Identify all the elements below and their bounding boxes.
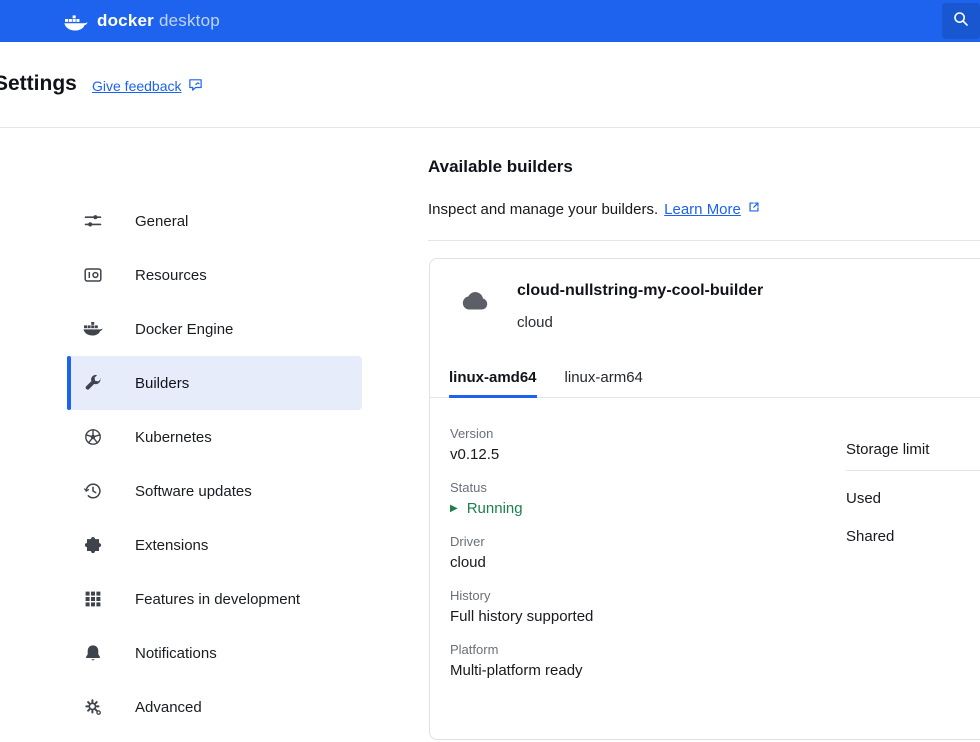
sidebar-item-advanced[interactable]: Advanced (67, 680, 362, 734)
app-brand: docker desktop (64, 11, 220, 31)
storage-row-shared: Shared (846, 527, 980, 547)
status-running-toggle[interactable]: ▶ Running (450, 498, 593, 520)
sidebar-item-label: General (135, 213, 188, 230)
app-title-docker: docker (97, 11, 154, 30)
sidebar-item-kubernetes[interactable]: Kubernetes (67, 410, 362, 464)
expand-triangle-icon: ▶ (450, 504, 458, 514)
resources-icon (83, 265, 103, 285)
sidebar-item-notifications[interactable]: Notifications (67, 626, 362, 680)
detail-value: Multi-platform ready (450, 660, 593, 682)
app-title-desktop: desktop (159, 11, 220, 30)
puzzle-icon (83, 535, 103, 555)
learn-more-link[interactable]: Learn More (664, 201, 741, 218)
detail-label: Status (450, 479, 593, 496)
feedback-bubble-icon (188, 77, 203, 95)
builder-driver-type: cloud (517, 314, 553, 331)
section-heading: Available builders (428, 157, 573, 177)
search-button[interactable] (942, 3, 980, 39)
docker-whale-logo-icon (64, 12, 88, 31)
section-divider (428, 240, 980, 241)
clock-arrow-icon (83, 481, 103, 501)
app-title: docker desktop (97, 11, 220, 31)
sidebar-item-label: Kubernetes (135, 429, 212, 446)
gear-icon (83, 697, 103, 717)
builder-details: Version v0.12.5 Status ▶ Running Driver … (450, 425, 593, 695)
detail-version: Version v0.12.5 (450, 425, 593, 466)
sidebar-item-software-updates[interactable]: Software updates (67, 464, 362, 518)
kubernetes-icon (83, 427, 103, 447)
sidebar-item-label: Software updates (135, 483, 252, 500)
sidebar-item-label: Notifications (135, 645, 217, 662)
detail-driver: Driver cloud (450, 533, 593, 574)
settings-sidebar: General Resources (67, 194, 362, 734)
storage-row-used: Used (846, 489, 980, 509)
detail-label: Platform (450, 641, 593, 658)
section-description: Inspect and manage your builders. Learn … (428, 200, 761, 218)
grid-icon (83, 589, 103, 609)
storage-limit-heading: Storage limit (846, 441, 980, 471)
description-text: Inspect and manage your builders. (428, 201, 658, 218)
sidebar-item-extensions[interactable]: Extensions (67, 518, 362, 572)
detail-label: History (450, 587, 593, 604)
sidebar-item-label: Docker Engine (135, 321, 233, 338)
docker-desktop-settings-screen: docker desktop Settings Give feedback (0, 0, 980, 742)
app-header: docker desktop (0, 0, 980, 42)
sidebar-item-features-in-development[interactable]: Features in development (67, 572, 362, 626)
detail-value: Full history supported (450, 606, 593, 628)
cloud-builder-icon (457, 289, 491, 318)
sidebar-item-builders[interactable]: Builders (67, 356, 362, 410)
detail-status: Status ▶ Running (450, 479, 593, 520)
sidebar-item-label: Advanced (135, 699, 202, 716)
builder-name: cloud-nullstring-my-cool-builder (517, 282, 763, 300)
header-divider (0, 127, 980, 128)
external-link-icon (747, 200, 761, 218)
detail-label: Driver (450, 533, 593, 550)
detail-label: Version (450, 425, 593, 442)
detail-platform: Platform Multi-platform ready (450, 641, 593, 682)
tab-linux-arm64[interactable]: linux-arm64 (565, 362, 643, 397)
status-value: Running (467, 498, 523, 520)
sliders-icon (83, 211, 103, 231)
sidebar-item-label: Extensions (135, 537, 208, 554)
detail-value: v0.12.5 (450, 444, 593, 466)
give-feedback-link[interactable]: Give feedback (92, 77, 203, 95)
sidebar-item-label: Features in development (135, 591, 300, 608)
wrench-icon (83, 373, 103, 393)
sidebar-item-docker-engine[interactable]: Docker Engine (67, 302, 362, 356)
detail-value: cloud (450, 552, 593, 574)
sidebar-item-resources[interactable]: Resources (67, 248, 362, 302)
platform-tabs: linux-amd64 linux-arm64 (430, 362, 980, 398)
sidebar-item-label: Resources (135, 267, 207, 284)
whale-icon (83, 319, 103, 339)
search-icon (952, 10, 970, 33)
sidebar-item-general[interactable]: General (67, 194, 362, 248)
tab-linux-amd64[interactable]: linux-amd64 (449, 362, 537, 397)
page-title: Settings (0, 72, 77, 96)
give-feedback-label: Give feedback (92, 78, 182, 94)
builder-card: cloud-nullstring-my-cool-builder cloud l… (429, 258, 980, 740)
bell-icon (83, 643, 103, 663)
storage-panel: Storage limit Used Shared (846, 441, 980, 547)
detail-history: History Full history supported (450, 587, 593, 628)
sidebar-item-label: Builders (135, 375, 189, 392)
